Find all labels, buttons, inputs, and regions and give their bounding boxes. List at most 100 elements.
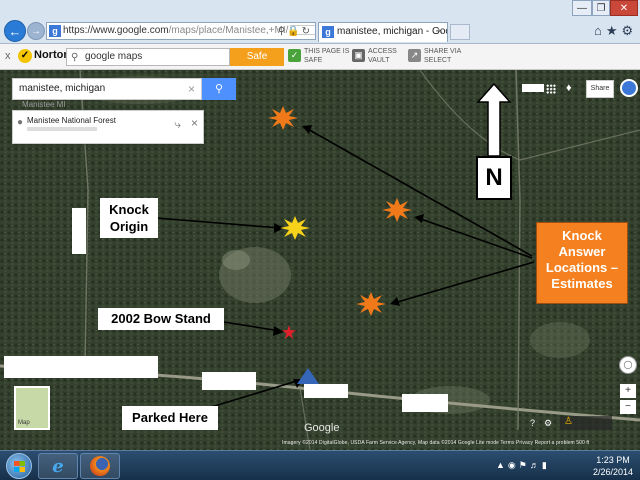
place-card-subtitle: [27, 127, 97, 131]
tab-active[interactable]: g manistee, michigan - Goog... ×: [318, 22, 448, 42]
google-logo: Google: [304, 422, 340, 434]
toolbar-search-input[interactable]: ⚲ google maps: [66, 48, 230, 66]
url-host: www.google.com: [93, 25, 169, 36]
home-icon[interactable]: ⌂: [594, 23, 606, 38]
tab-close-icon[interactable]: ×: [437, 23, 443, 41]
arrow-left-icon: ←: [8, 23, 22, 39]
help-icon[interactable]: ?: [530, 418, 535, 428]
browser-titlebar: ← → g https://www.google.com/maps/place/…: [0, 0, 640, 44]
taskbar-internet-explorer[interactable]: e: [38, 453, 78, 479]
map-search-button[interactable]: ⚲: [202, 78, 236, 100]
vault-line1: ACCESS: [368, 48, 397, 55]
url-prefix: https://: [63, 25, 94, 36]
screen: ← → g https://www.google.com/maps/place/…: [0, 0, 640, 480]
answer-burst-3: [356, 292, 386, 316]
start-button-icon[interactable]: [6, 453, 32, 479]
search-icon: ⚲: [71, 52, 79, 63]
page-safe-line2: SAFE: [304, 57, 323, 64]
safe-search-button[interactable]: Safe Search: [230, 48, 284, 80]
knock-origin-label: Knock Origin: [100, 198, 158, 238]
url-path: /maps/place/Manistee,+MI/: [168, 25, 289, 36]
refresh-icon[interactable]: ↻: [302, 26, 312, 37]
under-search-text: Manistee MI: [22, 100, 66, 109]
google-favicon-icon: g: [49, 25, 61, 37]
browser-icons: ⌂★⚙: [594, 23, 637, 39]
compass-icon[interactable]: ◯: [619, 356, 637, 374]
avatar[interactable]: [620, 79, 638, 97]
answer-line2: Answer: [558, 244, 606, 259]
clock-time: 1:23 PM: [596, 455, 630, 465]
knock-origin-burst: [280, 216, 310, 240]
map-type-thumbnail[interactable]: Map: [14, 386, 50, 430]
zoom-in-button[interactable]: +: [620, 384, 636, 398]
windows-taskbar: e ▲◉⚑♬▮ 1:23 PM 2/26/2014: [0, 450, 640, 480]
pin-icon: ●: [17, 117, 24, 128]
redaction-block: [4, 356, 158, 378]
share-line2: SELECT: [424, 57, 452, 64]
place-card-name: Manistee National Forest: [27, 116, 116, 125]
flag-icon[interactable]: ⚑: [519, 460, 530, 470]
place-card[interactable]: ● Manistee National Forest ⤷ ×: [12, 110, 204, 144]
toolbar-close-button[interactable]: x: [5, 50, 11, 62]
close-card-icon[interactable]: ×: [191, 116, 198, 130]
checkmark-icon: ✓: [18, 49, 32, 63]
north-label: N: [476, 156, 512, 200]
redaction-block: [202, 372, 256, 390]
satellite-map[interactable]: manistee, michigan × ⚲ Manistee MI ● Man…: [0, 70, 640, 450]
vault-line2: VAULT: [368, 57, 390, 64]
search-icon[interactable]: ⚲: [278, 26, 287, 37]
lock-icon[interactable]: 🔒: [287, 26, 301, 37]
share-via-button[interactable]: ↗ SHARE VIA SELECT: [408, 47, 461, 65]
redaction-block: [72, 208, 86, 254]
share-line1: SHARE VIA: [424, 48, 462, 55]
back-button[interactable]: ←: [4, 20, 26, 42]
parked-here-label: Parked Here: [122, 406, 218, 430]
toolbar-search-value: google maps: [85, 51, 143, 62]
new-tab-button[interactable]: [450, 24, 470, 40]
settings-gear-icon[interactable]: ⚙: [544, 418, 552, 429]
answer-line1: Knock: [562, 228, 602, 243]
taskbar-clock[interactable]: 1:23 PM 2/26/2014: [588, 454, 638, 478]
norton-label: Norton: [34, 49, 71, 61]
share-button[interactable]: Share: [586, 80, 614, 98]
volume-icon[interactable]: ♬: [530, 460, 542, 470]
tab-favicon-icon: g: [322, 26, 334, 38]
answer-burst-1: [268, 106, 298, 130]
zoom-out-button[interactable]: −: [620, 400, 636, 414]
gear-icon[interactable]: ⚙: [622, 23, 638, 38]
internet-explorer-icon: e: [52, 455, 64, 477]
forward-button[interactable]: →: [27, 22, 45, 40]
page-safe-line1: THIS PAGE IS: [304, 48, 350, 55]
address-bar[interactable]: g https://www.google.com/maps/place/Mani…: [46, 22, 316, 40]
vault-icon: ▣: [352, 49, 365, 62]
pegman-icon[interactable]: ♙: [564, 416, 573, 427]
answer-locations-label: Knock Answer Locations – Estimates: [536, 222, 628, 304]
apps-grid-icon[interactable]: [546, 84, 556, 94]
redaction-block: [402, 394, 448, 412]
directions-icon[interactable]: ⤷: [174, 117, 181, 132]
minimize-button[interactable]: —: [572, 0, 592, 16]
norton-logo[interactable]: ✓ Norton: [18, 49, 70, 63]
network-icon[interactable]: ▮: [542, 460, 550, 470]
map-search-input[interactable]: manistee, michigan ×: [12, 78, 202, 100]
knock-origin-line1: Knock: [109, 202, 149, 217]
notification-bell-icon[interactable]: ♦: [566, 82, 572, 94]
taskbar-firefox[interactable]: [80, 453, 120, 479]
share-icon: ↗: [408, 49, 421, 62]
bow-stand-marker: [282, 325, 296, 339]
tray-expand-icon[interactable]: ▲: [496, 460, 508, 470]
access-vault-button[interactable]: ▣ ACCESS VAULT: [352, 47, 397, 65]
address-bar-actions: ⚲🔒↻: [278, 24, 312, 39]
arrow-right-icon: →: [31, 25, 41, 37]
clear-search-icon[interactable]: ×: [188, 79, 195, 99]
parked-marker: [297, 368, 319, 384]
star-icon[interactable]: ★: [606, 23, 622, 38]
answer-line4: Estimates: [551, 276, 613, 291]
norton-tray-icon[interactable]: ◉: [508, 460, 519, 470]
close-button[interactable]: ✕: [610, 0, 638, 16]
system-tray: ▲◉⚑♬▮: [496, 460, 550, 471]
page-safe-indicator[interactable]: ✓ THIS PAGE IS SAFE: [288, 47, 349, 65]
answer-burst-2: [382, 198, 412, 222]
bow-stand-label: 2002 Bow Stand: [98, 308, 224, 330]
maximize-button[interactable]: ❐: [592, 0, 610, 16]
